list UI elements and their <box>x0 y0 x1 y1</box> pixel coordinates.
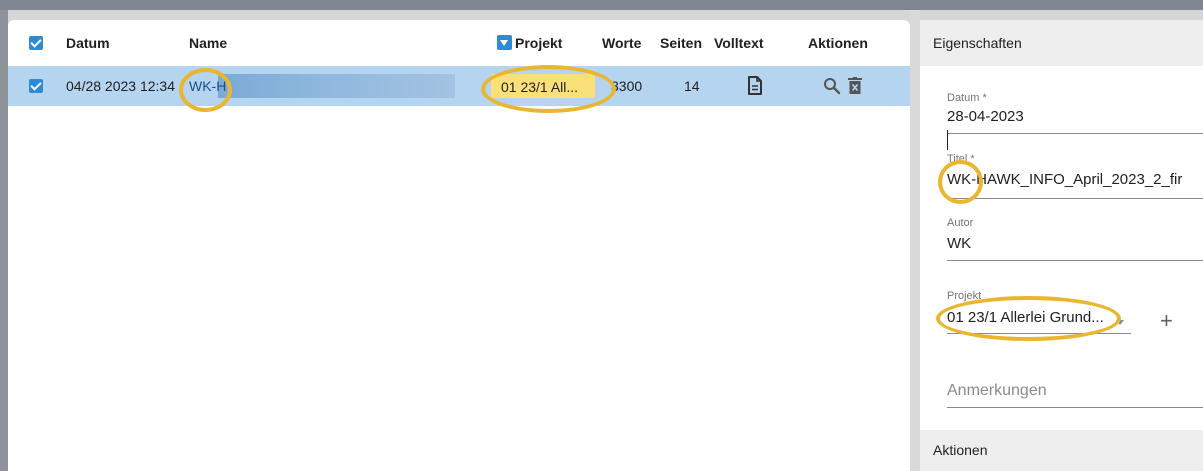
projekt-underline <box>947 333 1131 334</box>
row-name[interactable]: WK-H <box>189 78 226 94</box>
plus-icon[interactable]: + <box>1160 308 1173 334</box>
autor-underline <box>947 260 1203 261</box>
autor-field[interactable]: WK <box>947 235 971 252</box>
projekt-label: Projekt <box>947 290 982 302</box>
properties-title: Eigenschaften <box>933 35 1022 51</box>
autor-label: Autor <box>947 217 974 229</box>
datum-field[interactable]: 28-04-2023 <box>947 108 1024 125</box>
document-table-panel: Datum Name Projekt Worte Seiten Volltext… <box>8 20 910 471</box>
aktionen-section-header[interactable]: Aktionen <box>920 430 1203 471</box>
search-icon[interactable] <box>823 77 841 95</box>
anmerkungen-field[interactable]: Anmerkungen <box>947 382 1047 400</box>
column-header-aktionen: Aktionen <box>808 35 868 51</box>
text-cursor <box>947 130 948 150</box>
anmerkungen-underline <box>947 407 1203 408</box>
document-icon[interactable] <box>747 76 763 95</box>
row-name-highlight <box>218 74 455 98</box>
column-header-volltext[interactable]: Volltext <box>714 35 764 51</box>
row-worte: 3300 <box>611 78 643 94</box>
column-header-worte[interactable]: Worte <box>602 35 641 51</box>
select-all-checkbox[interactable] <box>29 36 43 50</box>
window-left-edge <box>0 10 8 471</box>
panel-divider <box>910 10 920 471</box>
column-header-seiten[interactable]: Seiten <box>660 35 702 51</box>
properties-header[interactable]: Eigenschaften <box>920 20 1203 66</box>
titel-label: Titel * <box>947 153 975 165</box>
row-seiten: 14 <box>684 78 700 94</box>
trash-icon[interactable] <box>848 77 862 95</box>
datum-underline <box>947 133 1203 134</box>
sort-down-icon[interactable] <box>497 35 512 50</box>
datum-label: Datum * <box>947 92 987 104</box>
row-project-tag[interactable]: 01 23/1 All... <box>491 74 595 98</box>
row-select-checkbox[interactable] <box>29 79 43 93</box>
column-header-projekt[interactable]: Projekt <box>515 35 562 51</box>
column-header-name[interactable]: Name <box>189 35 227 51</box>
column-header-datum[interactable]: Datum <box>66 35 110 51</box>
titel-underline <box>947 198 1203 199</box>
table-header: Datum Name Projekt Worte Seiten Volltext… <box>8 20 910 66</box>
row-datum: 04/28 2023 12:34 <box>66 78 175 94</box>
titel-field[interactable]: WK-HAWK_INFO_April_2023_2_fir <box>947 171 1182 188</box>
table-row[interactable]: 04/28 2023 12:34 WK-H 01 23/1 All... 330… <box>8 66 910 106</box>
properties-panel: Eigenschaften Datum * 28-04-2023 Titel *… <box>920 20 1203 471</box>
aktionen-section-title: Aktionen <box>933 442 988 458</box>
projekt-select[interactable]: 01 23/1 Allerlei Grund... <box>947 309 1104 326</box>
row-projekt: 01 23/1 All... <box>501 79 579 95</box>
window-top-bar <box>0 0 1203 10</box>
chevron-down-icon[interactable] <box>1116 320 1124 325</box>
